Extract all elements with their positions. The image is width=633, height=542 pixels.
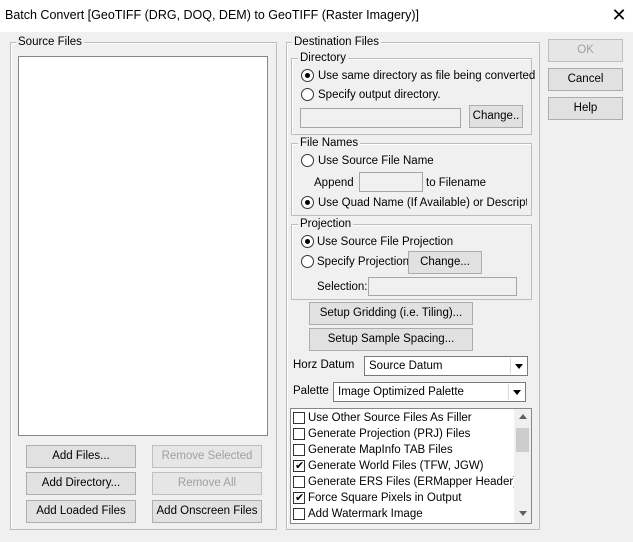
help-button[interactable]: Help bbox=[548, 97, 623, 120]
palette-select[interactable]: Image Optimized Palette bbox=[333, 382, 526, 402]
remove-all-button[interactable]: Remove All bbox=[152, 472, 262, 495]
checkbox[interactable] bbox=[293, 491, 305, 505]
checkbox[interactable] bbox=[293, 412, 305, 424]
option-label: Add Watermark Image bbox=[308, 508, 423, 520]
output-directory-field[interactable] bbox=[300, 108, 461, 128]
directory-change-button[interactable]: Change.. bbox=[469, 105, 523, 128]
cancel-button[interactable]: Cancel bbox=[548, 68, 623, 91]
remove-selected-button[interactable]: Remove Selected bbox=[152, 445, 262, 468]
specify-directory-radio[interactable] bbox=[301, 88, 314, 101]
horz-datum-label: Horz Datum bbox=[293, 359, 355, 371]
quad-name-radio[interactable] bbox=[301, 196, 314, 209]
palette-label: Palette bbox=[293, 385, 329, 397]
specify-projection-radio[interactable] bbox=[301, 255, 314, 268]
selection-field bbox=[368, 277, 517, 296]
option-label: Generate Projection (PRJ) Files bbox=[308, 428, 471, 440]
specify-projection-label: Specify Projection bbox=[317, 256, 410, 268]
projection-change-button[interactable]: Change... bbox=[408, 251, 482, 274]
scroll-up-icon[interactable] bbox=[514, 409, 531, 426]
source-files-legend: Source Files bbox=[16, 36, 84, 49]
option-label: Generate ERS Files (ERMapper Header) bbox=[308, 476, 517, 488]
options-list[interactable]: Use Other Source Files As Filler Generat… bbox=[290, 408, 532, 524]
setup-sample-spacing-button[interactable]: Setup Sample Spacing... bbox=[309, 328, 473, 351]
add-loaded-files-button[interactable]: Add Loaded Files bbox=[26, 500, 136, 523]
option-label: Use Other Source Files As Filler bbox=[308, 412, 472, 424]
checkbox[interactable] bbox=[293, 428, 305, 440]
chevron-down-icon bbox=[508, 384, 524, 400]
source-projection-radio[interactable] bbox=[301, 235, 314, 248]
quad-name-label: Use Quad Name (If Available) or Descript… bbox=[318, 197, 527, 209]
scrollbar-thumb[interactable] bbox=[516, 428, 529, 452]
chevron-down-icon bbox=[510, 358, 526, 374]
same-directory-label: Use same directory as file being convert… bbox=[318, 70, 536, 82]
add-files-button[interactable]: Add Files... bbox=[26, 445, 136, 468]
horz-datum-select[interactable]: Source Datum bbox=[364, 356, 528, 376]
setup-gridding-button[interactable]: Setup Gridding (i.e. Tiling)... bbox=[309, 302, 473, 325]
scroll-down-icon[interactable] bbox=[514, 506, 531, 523]
window-title: Batch Convert [GeoTIFF (DRG, DOQ, DEM) t… bbox=[5, 8, 419, 22]
checkbox[interactable] bbox=[293, 476, 305, 488]
directory-legend: Directory bbox=[298, 52, 349, 65]
same-directory-radio[interactable] bbox=[301, 69, 314, 82]
palette-value: Image Optimized Palette bbox=[338, 386, 464, 398]
projection-legend: Projection bbox=[298, 218, 354, 231]
destination-files-legend: Destination Files bbox=[292, 36, 382, 49]
append-label: Append bbox=[314, 177, 354, 189]
horz-datum-value: Source Datum bbox=[369, 360, 443, 372]
ok-button[interactable]: OK bbox=[548, 39, 623, 62]
checkbox[interactable] bbox=[293, 508, 305, 520]
source-file-name-radio[interactable] bbox=[301, 154, 314, 167]
checkbox[interactable] bbox=[293, 459, 305, 473]
source-file-name-label: Use Source File Name bbox=[318, 155, 434, 167]
specify-directory-label: Specify output directory. bbox=[318, 89, 441, 101]
source-files-list[interactable] bbox=[18, 56, 268, 436]
option-label: Generate World Files (TFW, JGW) bbox=[308, 460, 484, 472]
option-label: Generate MapInfo TAB Files bbox=[308, 444, 453, 456]
options-scrollbar[interactable] bbox=[514, 409, 531, 523]
checkbox[interactable] bbox=[293, 444, 305, 456]
option-label: Force Square Pixels in Output bbox=[308, 492, 462, 504]
selection-label: Selection: bbox=[317, 281, 368, 293]
to-filename-label: to Filename bbox=[426, 177, 487, 189]
add-onscreen-files-button[interactable]: Add Onscreen Files bbox=[152, 500, 262, 523]
source-projection-label: Use Source File Projection bbox=[317, 236, 454, 248]
append-field[interactable] bbox=[359, 172, 423, 192]
add-directory-button[interactable]: Add Directory... bbox=[26, 472, 136, 495]
close-icon[interactable]: ✕ bbox=[608, 4, 630, 26]
file-names-legend: File Names bbox=[298, 137, 361, 150]
